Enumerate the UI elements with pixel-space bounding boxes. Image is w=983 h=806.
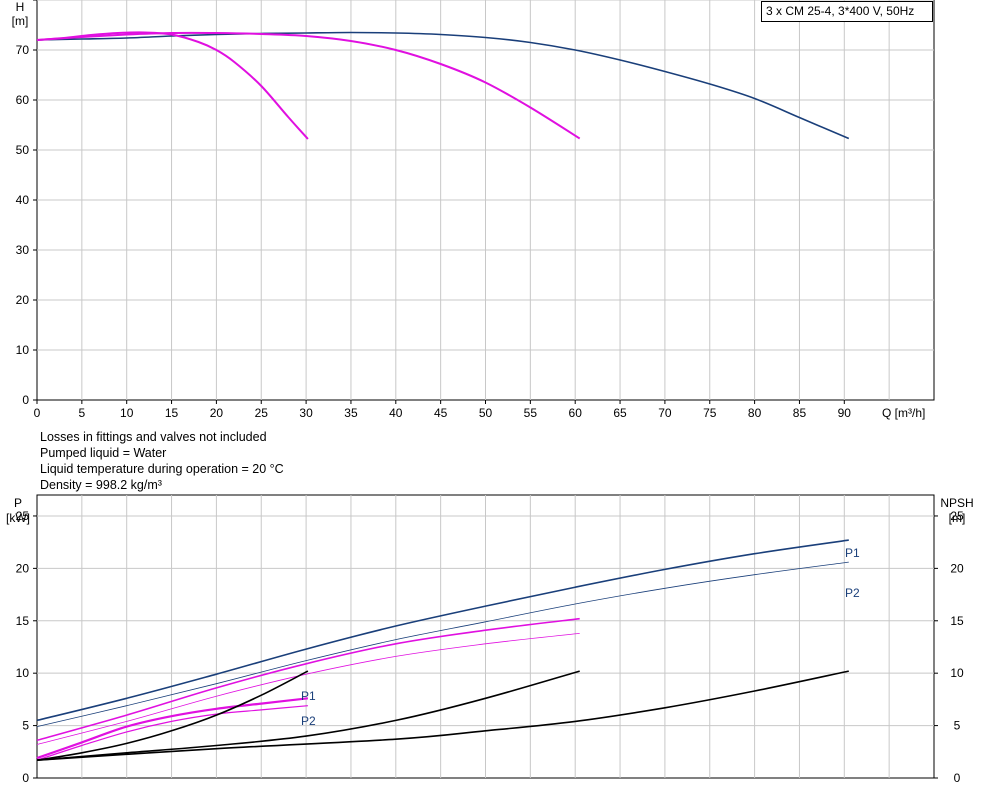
head-y-tick-label: 50 [16, 143, 30, 157]
x-tick-label: 35 [344, 406, 358, 420]
chart-notes: Losses in fittings and valves not includ… [40, 429, 284, 493]
npsh-y-tick-label: 0 [954, 771, 961, 785]
head-y-tick-label: 70 [16, 43, 30, 57]
x-tick-label: 15 [165, 406, 179, 420]
x-tick-label: 20 [210, 406, 224, 420]
power-y-tick-label: 15 [16, 614, 30, 628]
pump-performance-chart: 0 5 10 15 20 25 30 35 40 45 50 55 60 65 70 75 80 85 90 0 10 2… [0, 0, 983, 801]
series-label-p1: P1 [845, 546, 860, 560]
x-tick-label: 75 [703, 406, 717, 420]
note-losses: Losses in fittings and valves not includ… [40, 430, 267, 444]
npsh-y-tick-label: 5 [954, 719, 961, 733]
head-y-tick-label: 40 [16, 193, 30, 207]
head-y-tick-label: 0 [22, 393, 29, 407]
chart-title: 3 x CM 25-4, 3*400 V, 50Hz [761, 1, 933, 22]
x-tick-label: 70 [658, 406, 672, 420]
power-y-tick-label: 5 [22, 719, 29, 733]
note-pumped-liquid: Pumped liquid = Water [40, 446, 167, 460]
x-tick-label: 40 [389, 406, 403, 420]
head-y-tick-label: 60 [16, 93, 30, 107]
x-tick-label: 30 [299, 406, 313, 420]
x-tick-label: 85 [793, 406, 807, 420]
x-tick-label: 60 [569, 406, 583, 420]
head-y-tick-label: 10 [16, 343, 30, 357]
x-tick-label: 5 [79, 406, 86, 420]
power-y-tick-label: 20 [16, 561, 30, 575]
npsh-y-tick-label: 15 [950, 614, 964, 628]
power-axis-label: P [14, 496, 22, 510]
note-liquid-temperature: Liquid temperature during operation = 20… [40, 462, 284, 476]
x-tick-label: 80 [748, 406, 762, 420]
npsh-y-tick-label: 20 [950, 561, 964, 575]
flow-axis-label: Q [m³/h] [882, 406, 925, 420]
x-tick-label: 65 [613, 406, 627, 420]
x-tick-label: 25 [255, 406, 269, 420]
series-label-p1: P1 [301, 689, 316, 703]
head-axis-unit: [m] [12, 14, 29, 28]
head-y-tick-label: 20 [16, 293, 30, 307]
npsh-axis-unit: [m] [949, 511, 966, 525]
head-axis-label: H [16, 0, 25, 14]
x-tick-label: 10 [120, 406, 134, 420]
npsh-y-tick-label: 10 [950, 666, 964, 680]
power-axis-unit: [kW] [6, 511, 30, 525]
power-chart-grid [33, 494, 938, 779]
chart-svg: 0 5 10 15 20 25 30 35 40 45 50 55 60 65 70 75 80 85 900102… [6, 0, 974, 785]
note-density: Density = 998.2 kg/m³ [40, 478, 162, 492]
series-label-p2: P2 [301, 714, 316, 728]
npsh-axis-label: NPSH [940, 496, 973, 510]
head-y-tick-label: 30 [16, 243, 30, 257]
power-y-tick-label: 0 [22, 771, 29, 785]
head-chart-grid [33, 0, 935, 404]
x-tick-label: 50 [479, 406, 493, 420]
power-y-tick-label: 10 [16, 666, 30, 680]
x-tick-label: 90 [838, 406, 852, 420]
x-tick-label: 45 [434, 406, 448, 420]
x-tick-label: 0 [34, 406, 41, 420]
series-label-p2: P2 [845, 586, 860, 600]
x-tick-label: 55 [524, 406, 538, 420]
